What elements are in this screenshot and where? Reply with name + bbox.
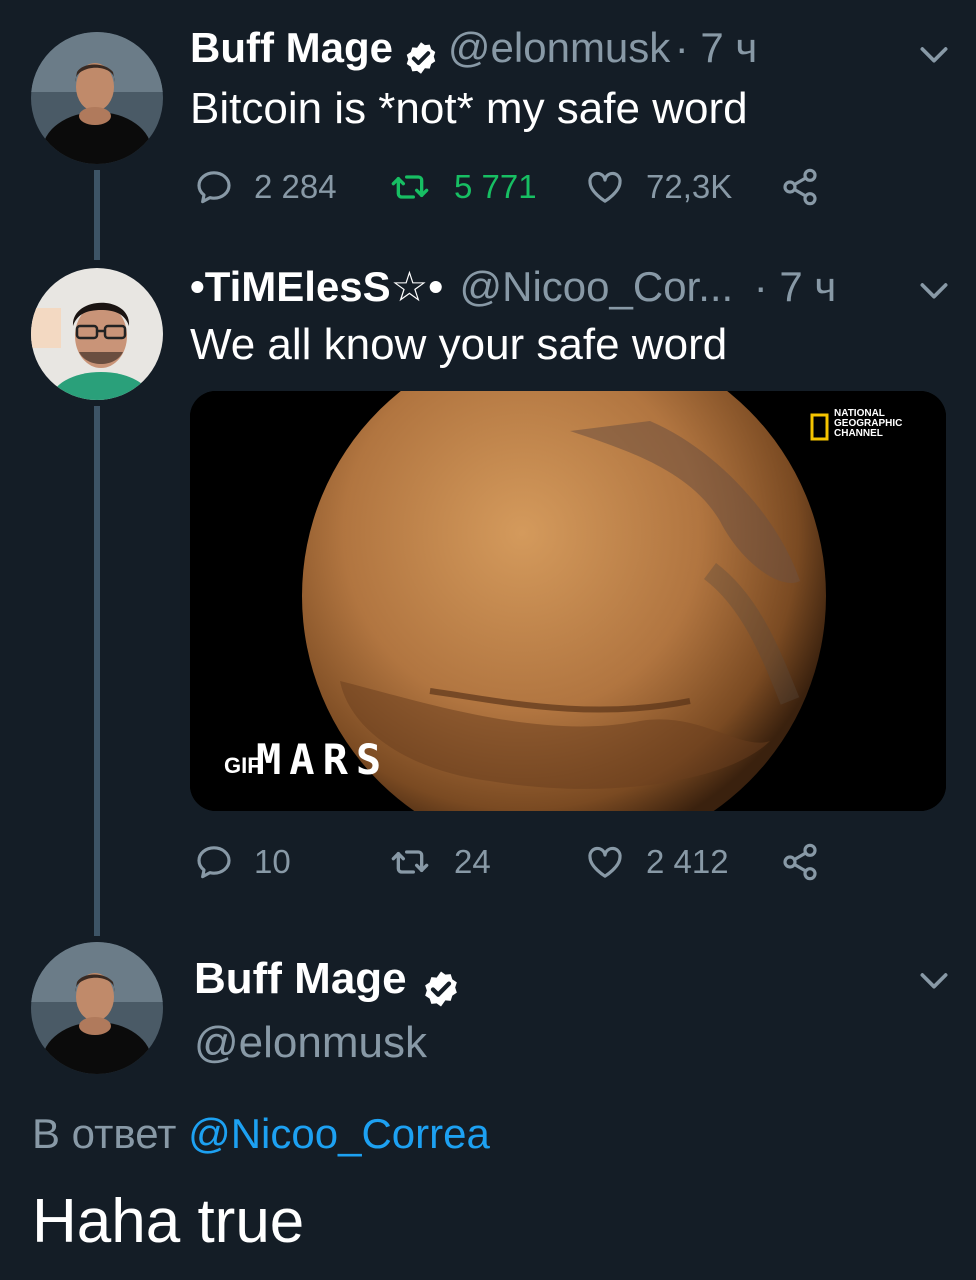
watermark: NATIONAL GEOGRAPHIC CHANNEL [834, 409, 902, 439]
like-icon [584, 842, 626, 882]
tweet-header: Buff Mage @elonmusk · 7 ч [190, 24, 757, 76]
share-icon[interactable] [780, 167, 820, 207]
like-button[interactable]: 72,3K [584, 167, 732, 207]
retweet-count: 5 771 [454, 168, 537, 205]
reply-icon [194, 842, 234, 882]
author-name[interactable]: Buff Mage [194, 954, 407, 1003]
like-button[interactable]: 2 412 [584, 842, 729, 882]
gif-caption: MARS [256, 735, 390, 784]
retweet-icon [388, 167, 432, 207]
avatar[interactable] [31, 32, 163, 164]
reply-icon [194, 167, 234, 207]
reply-count: 2 284 [254, 168, 337, 205]
chevron-down-icon[interactable] [914, 960, 954, 1000]
author-name[interactable]: Buff Mage [190, 24, 393, 71]
reply-button[interactable]: 2 284 [194, 167, 337, 207]
share-icon[interactable] [780, 842, 820, 882]
author-name[interactable]: •TiMElesS☆• [190, 263, 443, 310]
tweet-header: Buff Mage [194, 954, 461, 1009]
thread-line [94, 406, 100, 936]
watermark-line: CHANNEL [834, 428, 883, 439]
avatar[interactable] [31, 268, 163, 400]
retweet-button[interactable]: 24 [388, 842, 491, 882]
author-handle[interactable]: @elonmusk [194, 1018, 427, 1068]
like-count: 2 412 [646, 843, 729, 880]
tweet-text: Bitcoin is *not* my safe word [190, 84, 748, 133]
tweet-time: · 7 ч [753, 263, 837, 310]
tweet-time: · 7 ч [674, 24, 758, 71]
retweet-icon [388, 842, 432, 882]
retweet-button[interactable]: 5 771 [388, 167, 537, 207]
reply-prefix: В ответ [32, 1110, 177, 1157]
retweet-count: 24 [454, 843, 491, 880]
tweet-text: Haha true [32, 1187, 305, 1256]
like-icon [584, 167, 626, 207]
chevron-down-icon[interactable] [914, 34, 954, 74]
author-handle[interactable]: @elonmusk [448, 24, 670, 71]
reply-button[interactable]: 10 [194, 842, 291, 882]
like-count: 72,3K [646, 168, 733, 205]
reply-count: 10 [254, 843, 291, 880]
chevron-down-icon[interactable] [914, 270, 954, 310]
gif-media[interactable]: NATIONAL GEOGRAPHIC CHANNEL GIF MARS [190, 391, 946, 811]
avatar[interactable] [31, 942, 163, 1074]
reply-context: В ответ @Nicoo_Correa [32, 1110, 490, 1158]
reply-to-link[interactable]: @Nicoo_Correa [188, 1110, 490, 1157]
tweet-text: We all know your safe word [190, 320, 728, 369]
author-handle[interactable]: @Nicoo_Cor... [459, 263, 733, 310]
verified-badge-icon [403, 40, 439, 76]
thread-line [94, 170, 100, 260]
verified-badge-icon [421, 969, 461, 1009]
tweet-header: •TiMElesS☆• @Nicoo_Cor... · 7 ч [190, 262, 836, 311]
